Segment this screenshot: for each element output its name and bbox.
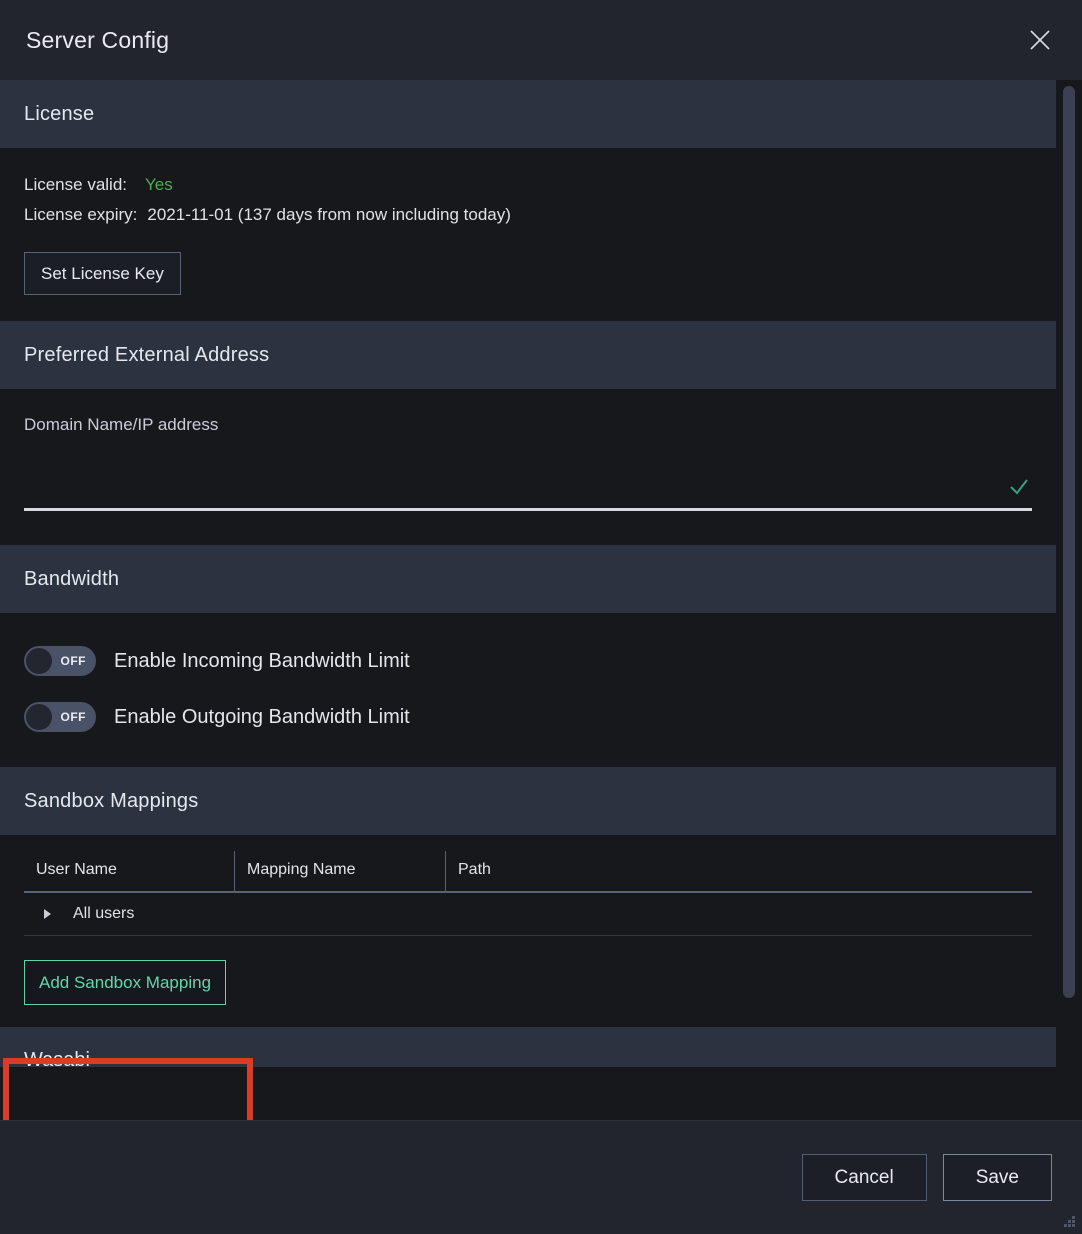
section-body-license: License valid: Yes License expiry: 2021-11…	[0, 148, 1056, 321]
license-valid-label: License valid:	[24, 175, 128, 194]
table-header: User Name Mapping Name Path	[24, 851, 1032, 893]
scrollbar-thumb[interactable]	[1063, 86, 1075, 998]
license-expiry-value: 2021-11-01 (137 days from now including …	[147, 205, 511, 224]
section-title-clipped-next: Wasabi	[24, 1048, 90, 1068]
toggle-state-label: OFF	[60, 710, 86, 724]
outgoing-bandwidth-limit-row: OFF Enable Outgoing Bandwidth Limit	[24, 689, 1032, 745]
section-body-preferred-external-address: Domain Name/IP address	[0, 389, 1056, 545]
section-body-bandwidth: OFF Enable Incoming Bandwidth Limit OFF …	[0, 613, 1056, 767]
license-expiry-row: License expiry: 2021-11-01 (137 days from…	[24, 200, 1032, 230]
add-sandbox-mapping-button[interactable]: Add Sandbox Mapping	[24, 960, 227, 1005]
section-title-bandwidth: Bandwidth	[24, 567, 120, 590]
toggle-knob	[26, 704, 52, 730]
cancel-button[interactable]: Cancel	[801, 1154, 927, 1201]
section-header-preferred-external-address: Preferred External Address	[0, 321, 1056, 389]
dialog-title: Server Config	[26, 26, 170, 53]
domain-name-field-wrap	[24, 477, 1032, 511]
column-header-mapping-name[interactable]: Mapping Name	[234, 851, 446, 893]
license-expiry-label: License expiry:	[24, 205, 138, 224]
chevron-right-icon[interactable]	[44, 909, 51, 919]
section-body-sandbox-mappings: User Name Mapping Name Path All users Ad…	[0, 835, 1056, 1027]
close-icon[interactable]	[1020, 20, 1060, 60]
table-row[interactable]: All users	[24, 892, 1032, 936]
toggle-knob	[26, 648, 52, 674]
incoming-bandwidth-limit-toggle[interactable]: OFF	[24, 646, 96, 676]
domain-name-input[interactable]	[24, 482, 1032, 511]
sandbox-mappings-table: User Name Mapping Name Path All users	[24, 851, 1032, 936]
license-valid-value: Yes	[145, 175, 173, 194]
column-header-path[interactable]: Path	[445, 851, 1032, 893]
incoming-bandwidth-limit-row: OFF Enable Incoming Bandwidth Limit	[24, 633, 1032, 689]
add-sandbox-mapping-wrap: Add Sandbox Mapping	[24, 936, 1032, 1027]
section-title-sandbox-mappings: Sandbox Mappings	[24, 789, 199, 812]
outgoing-bandwidth-limit-toggle[interactable]: OFF	[24, 702, 96, 732]
outgoing-bandwidth-limit-label: Enable Outgoing Bandwidth Limit	[114, 705, 410, 728]
domain-name-label: Domain Name/IP address	[24, 415, 219, 434]
row-user-name-label: All users	[73, 905, 135, 922]
cell-mapping-name	[234, 892, 446, 936]
section-header-sandbox-mappings: Sandbox Mappings	[0, 767, 1056, 835]
table-header-row: User Name Mapping Name Path	[24, 851, 1032, 893]
column-header-user-name[interactable]: User Name	[24, 851, 235, 893]
server-config-dialog: Server Config License License valid: Yes …	[0, 0, 1082, 1234]
section-title-license: License	[24, 102, 95, 125]
section-header-clipped-next: Wasabi	[0, 1027, 1056, 1067]
section-header-bandwidth: Bandwidth	[0, 545, 1056, 613]
cell-path	[445, 892, 1032, 936]
toggle-state-label: OFF	[60, 654, 86, 668]
highlight-annotation	[3, 1058, 253, 1120]
dialog-body-content: License License valid: Yes License expiry…	[0, 80, 1056, 1067]
table-body: All users	[24, 892, 1032, 936]
resize-grip[interactable]	[1060, 1212, 1076, 1228]
dialog-titlebar: Server Config	[0, 0, 1082, 80]
vertical-scrollbar[interactable]	[1056, 80, 1082, 1120]
dialog-footer: Cancel Save	[0, 1120, 1082, 1234]
section-header-license: License	[0, 80, 1056, 148]
license-valid-row: License valid: Yes	[24, 170, 1032, 200]
save-button[interactable]: Save	[942, 1154, 1052, 1201]
section-title-preferred-external-address: Preferred External Address	[24, 343, 270, 366]
cell-user-name: All users	[24, 892, 235, 936]
dialog-body: License License valid: Yes License expiry…	[0, 80, 1082, 1120]
incoming-bandwidth-limit-label: Enable Incoming Bandwidth Limit	[114, 649, 410, 672]
set-license-key-button[interactable]: Set License Key	[24, 252, 181, 295]
